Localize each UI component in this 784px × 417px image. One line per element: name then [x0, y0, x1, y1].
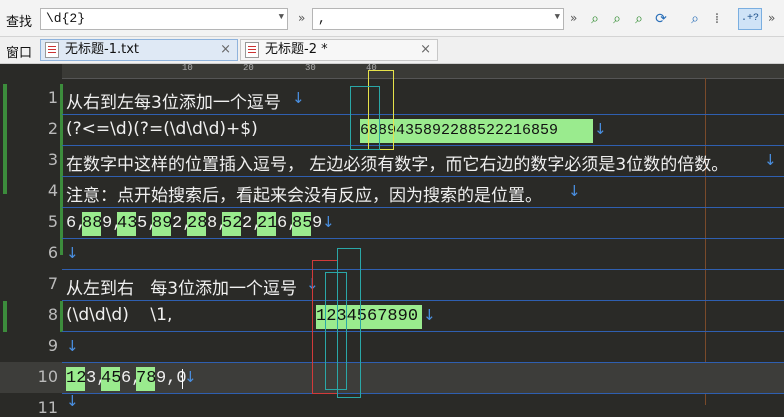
line-number: 5 [47, 212, 58, 231]
replace-all-icon[interactable]: ⟳ [652, 10, 670, 28]
find-in-files-icon[interactable]: ⌕ [686, 10, 704, 28]
match-highlight: 88 [82, 212, 102, 236]
eol-arrow-icon: ↓ [66, 244, 79, 262]
text-line[interactable]: 从右到左每3位添加一个逗号 ↓ [62, 84, 784, 115]
replace-icon[interactable]: ⌕ [630, 10, 648, 28]
line-number: 4 [47, 181, 58, 200]
line-text: 注意：点开始搜索后，看起来会没有反应，因为搜索的是位置。 [66, 186, 542, 206]
line-number: 1 [47, 88, 58, 107]
match-highlight: 6889435892288522216859 [360, 119, 593, 143]
line-number: 10 [37, 367, 58, 386]
toolbar-overflow-chevron[interactable]: » [768, 11, 775, 25]
ruler-tick-label: 20 [243, 63, 254, 73]
replace-input[interactable]: , ▼ [312, 8, 564, 30]
line-number: 2 [47, 119, 58, 138]
tab-untitled-1[interactable]: 无标题-1.txt × [40, 39, 238, 61]
text-line[interactable]: ↓ [62, 392, 784, 410]
eol-arrow-icon: ↓ [292, 89, 305, 107]
eol-arrow-icon: ↓ [568, 182, 581, 200]
text-file-icon [45, 42, 59, 58]
find-prev-icon[interactable]: ⌕ [608, 10, 626, 28]
line-text: 在数字中这样的位置插入逗号， 左边必须有数字，而它右边的数字必须是3位数的倍数。 [66, 155, 729, 175]
line-text: (?<=\d)(?=(\d\d\d)+$) [66, 119, 258, 139]
column-ruler: 10 20 30 40 [62, 63, 784, 79]
tab-close-icon[interactable]: × [220, 40, 231, 60]
eol-arrow-icon: ↓ [66, 337, 79, 355]
replace-options-chevron[interactable]: » [570, 11, 577, 25]
find-next-icon[interactable]: ⌕ [586, 10, 604, 28]
text-line[interactable]: (\d\d\d) \1, 1234567890 ↓ [62, 301, 784, 332]
text-line[interactable]: 注意：点开始搜索后，看起来会没有反应，因为搜索的是位置。 ↓ [62, 177, 784, 208]
tab-untitled-2[interactable]: 无标题-2 * × [240, 39, 438, 61]
ruler-tick-label: 10 [182, 63, 193, 73]
line-number: 6 [47, 243, 58, 262]
match-highlight: 85 [292, 212, 312, 236]
match-highlight: 28 [187, 212, 207, 236]
line-text: (\d\d\d) \1, [66, 305, 173, 325]
line-segment: 9 [312, 214, 323, 233]
match-highlight: 21 [257, 212, 277, 236]
document-tab-bar: 窗口 无标题-1.txt × 无标题-2 * × [0, 37, 784, 64]
replace-dropdown-icon[interactable]: ▼ [555, 12, 560, 22]
text-line[interactable]: ↓ [62, 332, 784, 363]
column-marker-teal [337, 248, 361, 398]
match-highlight: 12 [66, 367, 86, 391]
line-number: 9 [47, 336, 58, 355]
replace-input-value: , [318, 11, 326, 26]
find-options-chevron[interactable]: » [298, 11, 305, 25]
eol-arrow-icon: ↓ [322, 213, 335, 231]
find-label: 查找 [6, 15, 33, 30]
tab-label: 无标题-1.txt [65, 42, 139, 57]
line-text: 从左到右 每3位添加一个逗号 [66, 279, 298, 299]
eol-arrow-icon: ↓ [594, 120, 607, 138]
text-line[interactable]: 在数字中这样的位置插入逗号， 左边必须有数字，而它右边的数字必须是3位数的倍数。… [62, 146, 784, 177]
find-toolbar: 查找 \d{2} ▼ » , ▼ » ⌕ ⌕ ⌕ ⟳ ⌕ ⁞ .+? » [0, 0, 784, 37]
eol-arrow-icon: ↓ [184, 368, 197, 386]
line-number: 11 [37, 398, 58, 417]
match-highlight: 45 [101, 367, 121, 391]
eol-arrow-icon: ↓ [764, 151, 777, 169]
window-label: 窗口 [6, 46, 33, 61]
match-highlight: 52 [222, 212, 242, 236]
eol-arrow-icon: ↓ [66, 392, 79, 410]
text-line[interactable]: 6, 88 9, 43 5, 89 2, 28 8, 52 2, 21 6, 8… [62, 208, 784, 239]
match-highlight: 78 [136, 367, 156, 391]
regex-toggle-button[interactable]: .+? [738, 8, 762, 30]
line-number: 3 [47, 150, 58, 169]
text-line[interactable]: 从左到右 每3位添加一个逗号 ↓ [62, 270, 784, 301]
tab-close-icon[interactable]: × [420, 40, 431, 60]
match-highlight: 89 [152, 212, 172, 236]
text-line-current[interactable]: 12 3, 45 6, 78 9,0 ↓ [62, 363, 784, 394]
text-file-icon [245, 42, 259, 58]
text-line[interactable]: ↓ [62, 239, 784, 270]
find-input[interactable]: \d{2} ▼ [40, 8, 288, 30]
line-number-gutter: 1 2 3 4 5 6 7 8 9 10 11 [0, 78, 63, 417]
ruler-tick-label: 30 [305, 63, 316, 73]
line-number: 8 [47, 305, 58, 324]
text-caret [182, 369, 183, 389]
tab-label: 无标题-2 * [265, 42, 328, 57]
match-highlight: 43 [117, 212, 137, 236]
text-line[interactable]: (?<=\d)(?=(\d\d\d)+$) 688943589228852221… [62, 115, 784, 146]
line-text: 从右到左每3位添加一个逗号 [66, 93, 281, 113]
column-marker-teal [350, 86, 380, 150]
find-input-value: \d{2} [46, 11, 86, 26]
find-dropdown-icon[interactable]: ▼ [279, 12, 284, 22]
editor-area[interactable]: 10 20 30 40 1 2 3 4 5 6 7 8 9 10 11 从右到左… [0, 63, 784, 417]
mark-icon[interactable]: ⁞ [708, 10, 726, 28]
eol-arrow-icon: ↓ [423, 306, 436, 324]
line-number: 7 [47, 274, 58, 293]
